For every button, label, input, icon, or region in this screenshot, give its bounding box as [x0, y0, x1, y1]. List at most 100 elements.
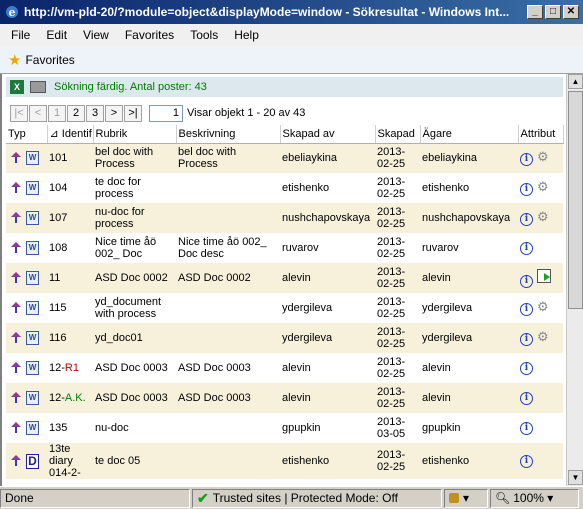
info-icon[interactable]: i — [520, 333, 533, 346]
menu-help[interactable]: Help — [226, 28, 267, 42]
cell-rubrik[interactable]: bel doc with Process — [93, 143, 176, 173]
parent-link-icon[interactable] — [10, 392, 22, 404]
info-icon[interactable]: i — [520, 455, 533, 468]
table-row[interactable]: D 13te diary 014-2- te doc 05 etishenko 2013… — [6, 443, 563, 479]
info-icon[interactable]: i — [520, 362, 533, 375]
cell-rubrik[interactable]: ASD Doc 0003 — [93, 353, 176, 383]
prev-page-button[interactable]: < — [29, 104, 47, 122]
cell-identif[interactable]: 12-A.K. — [47, 383, 93, 413]
cell-rubrik[interactable]: yd_doc01 — [93, 323, 176, 353]
vertical-scrollbar[interactable]: ▲ ▼ — [566, 74, 583, 486]
cell-identif[interactable]: 107 — [47, 203, 93, 233]
page-number-input[interactable]: 1 — [149, 104, 183, 122]
cell-skapad: 2013-02-25 — [377, 176, 406, 200]
info-icon[interactable]: i — [520, 392, 533, 405]
cell-identif[interactable]: 12-R1 — [47, 353, 93, 383]
star-icon[interactable]: ★ — [8, 51, 21, 69]
scroll-thumb[interactable] — [568, 91, 583, 309]
table-row[interactable]: W 101 bel doc with Process bel doc with Pro… — [6, 143, 563, 173]
table-row[interactable]: W 107 nu-doc for process nushchapovskaya 201… — [6, 203, 563, 233]
first-page-button[interactable]: |< — [10, 104, 28, 122]
col-header-skapad[interactable]: Skapad — [375, 125, 421, 144]
cell-rubrik[interactable]: ASD Doc 0003 — [93, 383, 176, 413]
next-page-button[interactable]: > — [105, 104, 123, 122]
cell-skapad: 2013-02-25 — [375, 383, 420, 413]
col-header-attribut[interactable]: Attribut — [518, 125, 564, 144]
favorites-bar: ★ Favorites — [0, 46, 583, 74]
table-row[interactable]: W 11 ASD Doc 0002 ASD Doc 0002 alevin 2013-02… — [6, 263, 563, 293]
cell-identif[interactable]: 13te diary 014-2- — [47, 443, 93, 479]
cell-identif[interactable]: 116 — [47, 323, 93, 353]
cell-rubrik[interactable]: nu-doc — [93, 413, 176, 443]
cell-attribut: i — [518, 353, 563, 383]
parent-link-icon[interactable] — [10, 422, 22, 434]
cell-rubrik[interactable]: ASD Doc 0002 — [93, 263, 176, 293]
table-row[interactable]: W 12-A.K. ASD Doc 0003 ASD Doc 0003 alevin 20… — [6, 383, 563, 413]
pager-summary: Visar objekt 1 - 20 av 43 — [187, 107, 306, 119]
menu-view[interactable]: View — [75, 28, 117, 42]
col-header-skapad-av[interactable]: Skapad av — [280, 125, 376, 144]
parent-link-icon[interactable] — [10, 212, 22, 224]
cell-identif[interactable]: 101 — [47, 143, 93, 173]
cell-rubrik[interactable]: yd_document with process — [93, 293, 176, 323]
table-row[interactable]: W 115 yd_document with process ydergileva 20… — [6, 293, 563, 323]
cell-rubrik[interactable]: te doc 05 — [93, 443, 176, 479]
table-row[interactable]: W 116 yd_doc01 ydergileva 2013-02-25 ydergile… — [6, 323, 563, 353]
parent-link-icon[interactable] — [10, 332, 22, 344]
minimize-button[interactable]: _ — [527, 5, 543, 19]
cell-identif[interactable]: 108 — [47, 233, 93, 263]
protected-mode-button[interactable]: ▾ — [444, 488, 488, 508]
cell-identif[interactable]: 135 — [47, 413, 93, 443]
cell-type: W — [6, 383, 47, 413]
maximize-button[interactable]: □ — [545, 5, 561, 19]
info-icon[interactable]: i — [520, 303, 533, 316]
cell-skapad: 2013-02-25 — [375, 263, 420, 293]
cell-skapad: 2013-02-25 — [375, 443, 420, 479]
scroll-up-icon[interactable]: ▲ — [568, 74, 583, 89]
zoom-button[interactable]: 🔍︎ 100% ▾ — [490, 488, 579, 508]
cell-identif[interactable]: 104 — [47, 173, 93, 203]
menu-favorites[interactable]: Favorites — [117, 28, 182, 42]
table-row[interactable]: W 104 te doc for process etishenko 2013-02-2… — [6, 173, 563, 203]
parent-link-icon[interactable] — [10, 455, 22, 467]
print-icon[interactable] — [30, 81, 46, 93]
menu-file[interactable]: File — [3, 28, 38, 42]
cell-rubrik[interactable]: Nice time åö 002_ Doc — [93, 233, 176, 263]
cell-rubrik[interactable]: te doc for process — [93, 173, 176, 203]
page-2-button[interactable]: 2 — [67, 104, 85, 122]
page-1-button[interactable]: 1 — [48, 104, 66, 122]
col-header-agare[interactable]: Ägare — [420, 125, 519, 144]
parent-link-icon[interactable] — [10, 242, 22, 254]
cell-identif[interactable]: 115 — [47, 293, 93, 323]
menu-tools[interactable]: Tools — [182, 28, 226, 42]
close-button[interactable]: ✕ — [563, 5, 579, 19]
info-icon[interactable]: i — [520, 274, 533, 288]
scroll-down-icon[interactable]: ▼ — [568, 470, 583, 485]
parent-link-icon[interactable] — [10, 272, 22, 284]
info-icon[interactable]: i — [520, 153, 533, 167]
last-page-button[interactable]: >| — [124, 104, 142, 122]
table-row[interactable]: W 108 Nice time åö 002_ Doc Nice time åö 00… — [6, 233, 563, 263]
security-zone: ✔ Trusted sites | Protected Mode: Off — [192, 488, 442, 508]
cell-identif[interactable]: 11 — [47, 263, 93, 293]
cell-rubrik[interactable]: nu-doc for process — [93, 203, 176, 233]
col-header-rubrik[interactable]: Rubrik — [93, 125, 177, 144]
excel-export-icon[interactable]: X — [10, 80, 24, 94]
favorites-button[interactable]: Favorites — [25, 53, 74, 67]
table-row[interactable]: W 12-R1 ASD Doc 0003 ASD Doc 0003 alevin 2013… — [6, 353, 563, 383]
parent-link-icon[interactable] — [10, 302, 22, 314]
cell-agare: alevin — [420, 263, 518, 293]
parent-link-icon[interactable] — [10, 362, 22, 374]
parent-link-icon[interactable] — [10, 152, 22, 164]
col-header-beskrivning[interactable]: Beskrivning — [176, 125, 281, 144]
info-icon[interactable]: i — [520, 242, 533, 255]
info-icon[interactable]: i — [520, 213, 533, 226]
col-header-typ[interactable]: Typ — [6, 125, 48, 144]
menu-edit[interactable]: Edit — [38, 28, 75, 42]
page-3-button[interactable]: 3 — [86, 104, 104, 122]
info-icon[interactable]: i — [520, 183, 533, 196]
table-row[interactable]: W 135 nu-doc gpupkin 2013-03-05 gpupkin i — [6, 413, 563, 443]
info-icon[interactable]: i — [520, 422, 533, 435]
col-header-identif[interactable]: ⊿ Identif — [47, 125, 94, 144]
parent-link-icon[interactable] — [10, 182, 22, 194]
